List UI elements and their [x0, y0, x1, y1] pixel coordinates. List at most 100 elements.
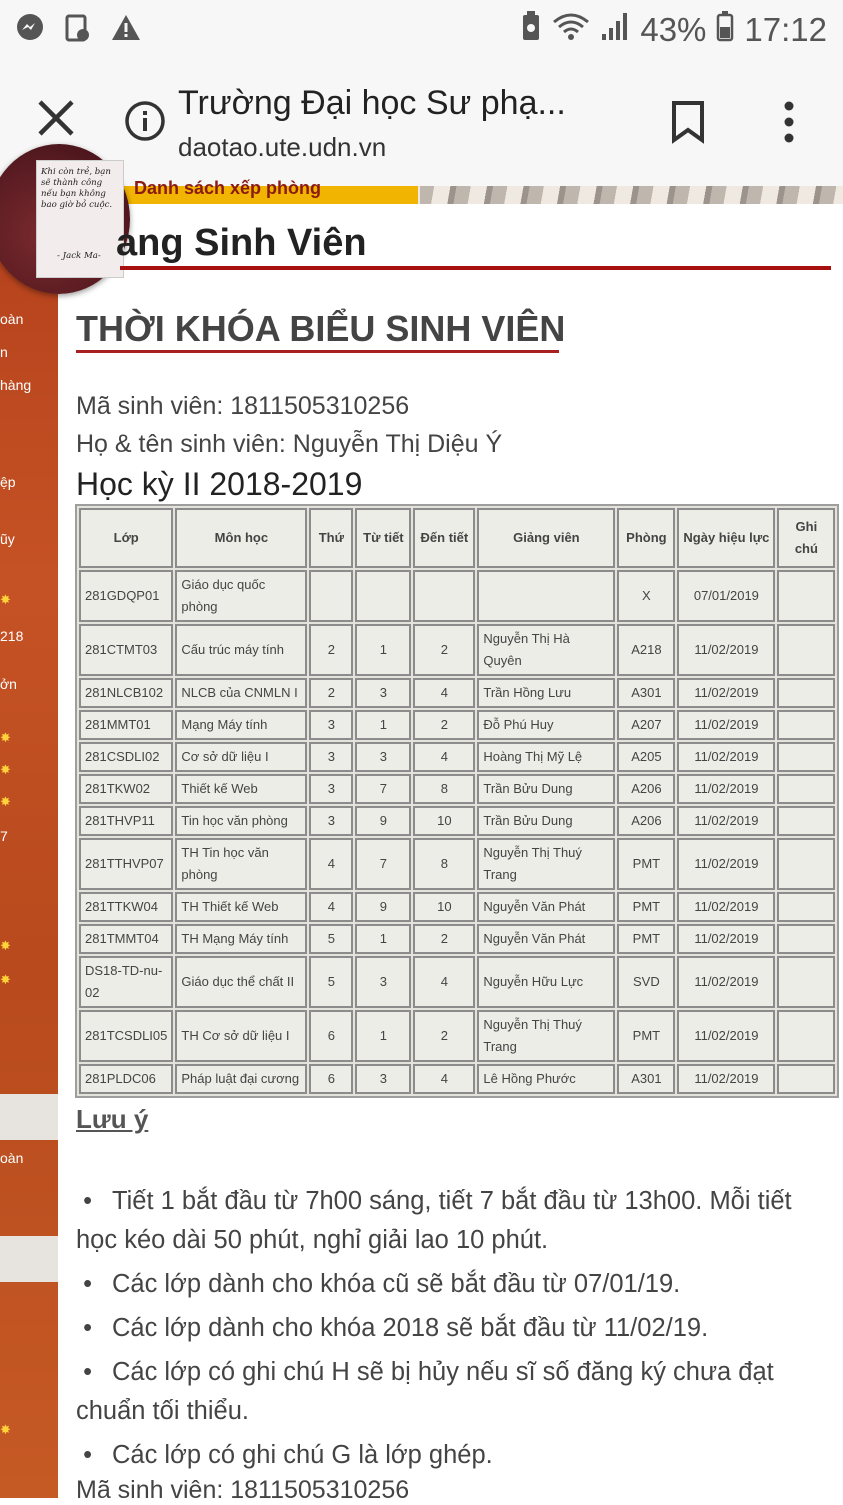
table-cell: 11/02/2019 — [677, 1010, 776, 1062]
table-cell: 8 — [413, 774, 476, 804]
battery-icon — [716, 10, 734, 50]
notes-list: • Tiết 1 bắt đầu từ 7h00 sáng, tiết 7 bắt… — [76, 1182, 836, 1480]
table-cell: 281NLCB102 — [79, 678, 174, 708]
sidebar-section-header — [0, 1236, 58, 1282]
bookmark-icon[interactable] — [670, 100, 706, 144]
sidebar-item[interactable]: hàng — [0, 377, 31, 393]
column-header: Môn học — [175, 508, 308, 568]
new-star-icon: ✸ — [0, 762, 11, 777]
table-cell: Thiết kế Web — [175, 774, 308, 804]
browser-url[interactable]: daotao.ute.udn.vn — [178, 132, 386, 163]
browser-toolbar: Trường Đại học Sư phạ... daotao.ute.udn.… — [0, 58, 843, 187]
table-cell: A207 — [617, 710, 676, 740]
messenger-icon — [14, 12, 46, 44]
table-cell: 10 — [413, 806, 476, 836]
table-cell: 281TTKW04 — [79, 892, 174, 922]
table-cell: 10 — [413, 892, 476, 922]
clock: 17:12 — [744, 11, 827, 48]
table-row: 281TMMT04 TH Mạng Máy tính 5 1 2 Nguyễn Văn P… — [79, 924, 836, 954]
column-header: Giảng viên — [477, 508, 616, 568]
site-heading: ang Sinh Viên — [116, 222, 367, 264]
table-cell: 11/02/2019 — [677, 624, 776, 676]
column-header: Ghi chú — [777, 508, 836, 568]
sidebar-item[interactable]: 7 — [0, 828, 8, 844]
site-info-icon[interactable] — [124, 100, 166, 142]
heading-divider — [120, 266, 831, 270]
banner-text: Danh sách xếp phòng — [134, 178, 322, 198]
table-cell: 281GDQP01 — [79, 570, 174, 622]
table-cell — [777, 678, 836, 708]
table-cell: A301 — [617, 678, 676, 708]
table-cell: Giáo dục thể chất II — [175, 956, 308, 1008]
table-cell: 5 — [309, 924, 354, 954]
sidebar-item[interactable]: ũy — [0, 531, 15, 547]
table-cell: Đỗ Phú Huy — [477, 710, 616, 740]
browser-page-title[interactable]: Trường Đại học Sư phạ... — [178, 84, 566, 123]
note-text: Các lớp có ghi chú G là lớp ghép. — [112, 1441, 493, 1469]
table-cell: 4 — [413, 742, 476, 772]
sidebar-item[interactable]: oàn — [0, 1150, 23, 1166]
table-cell: A301 — [617, 1064, 676, 1094]
table-cell — [777, 570, 836, 622]
table-cell: 281TCSDLI05 — [79, 1010, 174, 1062]
more-menu-icon[interactable] — [776, 98, 802, 146]
footer-student-id: Mã sinh viên: 1811505310256 — [76, 1476, 410, 1504]
table-row: 281GDQP01 Giáo dục quốc phòng X 07/01/2019 — [79, 570, 836, 622]
table-cell: A218 — [617, 624, 676, 676]
table-cell — [777, 742, 836, 772]
table-cell — [777, 624, 836, 676]
table-cell: 281TKW02 — [79, 774, 174, 804]
table-cell: 07/01/2019 — [677, 570, 776, 622]
table-cell: 3 — [355, 1064, 412, 1094]
table-cell: Cấu trúc máy tính — [175, 624, 308, 676]
close-icon[interactable] — [36, 98, 76, 138]
table-cell — [777, 774, 836, 804]
sidebar-item[interactable]: ệp — [0, 474, 16, 490]
table-cell: 2 — [413, 710, 476, 740]
table-cell: 4 — [413, 956, 476, 1008]
table-cell: Nguyễn Thị Thuý Trang — [477, 838, 616, 890]
table-cell: 11/02/2019 — [677, 678, 776, 708]
table-cell: 3 — [355, 742, 412, 772]
table-cell — [777, 1010, 836, 1062]
banner-label[interactable]: Danh sách xếp phòng — [118, 178, 418, 204]
web-page: oàn n hàng ệp ũy ✸ 218 ởn ✸ ✸ ✸ 7 ✸ ✸ oà… — [0, 144, 843, 1504]
list-item: • Tiết 1 bắt đầu từ 7h00 sáng, tiết 7 bắt… — [76, 1182, 836, 1260]
sidebar-item[interactable]: ởn — [0, 676, 17, 692]
table-cell — [309, 570, 354, 622]
table-cell: 11/02/2019 — [677, 924, 776, 954]
table-cell — [777, 710, 836, 740]
table-cell: 7 — [355, 838, 412, 890]
table-cell: 11/02/2019 — [677, 838, 776, 890]
title-underline — [76, 350, 559, 353]
new-star-icon: ✸ — [0, 794, 11, 809]
table-cell: 6 — [309, 1064, 354, 1094]
table-cell — [777, 892, 836, 922]
quote-author: - Jack Ma- — [57, 251, 101, 261]
table-cell: 281CTMT03 — [79, 624, 174, 676]
column-header: Phòng — [617, 508, 676, 568]
table-cell — [777, 924, 836, 954]
note-text: Các lớp dành cho khóa 2018 sẽ bắt đầu từ… — [112, 1314, 709, 1342]
table-cell: 2 — [413, 924, 476, 954]
table-cell: 5 — [309, 956, 354, 1008]
table-cell: Trần Bửu Dung — [477, 806, 616, 836]
table-cell: 6 — [309, 1010, 354, 1062]
table-row: 281MMT01 Mạng Máy tính 3 1 2 Đỗ Phú Huy A207 11… — [79, 710, 836, 740]
sidebar-item[interactable]: n — [0, 344, 8, 360]
sidebar-item[interactable]: 218 — [0, 628, 23, 644]
table-cell: X — [617, 570, 676, 622]
sidebar-item[interactable]: oàn — [0, 311, 23, 327]
image-sync-icon — [62, 12, 94, 44]
table-cell: Giáo dục quốc phòng — [175, 570, 308, 622]
column-header: Ngày hiệu lực — [677, 508, 776, 568]
column-header: Từ tiết — [355, 508, 412, 568]
table-cell: 281TTHVP07 — [79, 838, 174, 890]
table-cell — [477, 570, 616, 622]
table-cell: 281THVP11 — [79, 806, 174, 836]
table-cell: PMT — [617, 838, 676, 890]
sidebar-section-header — [0, 1094, 58, 1140]
table-cell: 11/02/2019 — [677, 892, 776, 922]
list-item: • Các lớp dành cho khóa 2018 sẽ bắt đầu t… — [76, 1309, 836, 1348]
table-cell: 7 — [355, 774, 412, 804]
